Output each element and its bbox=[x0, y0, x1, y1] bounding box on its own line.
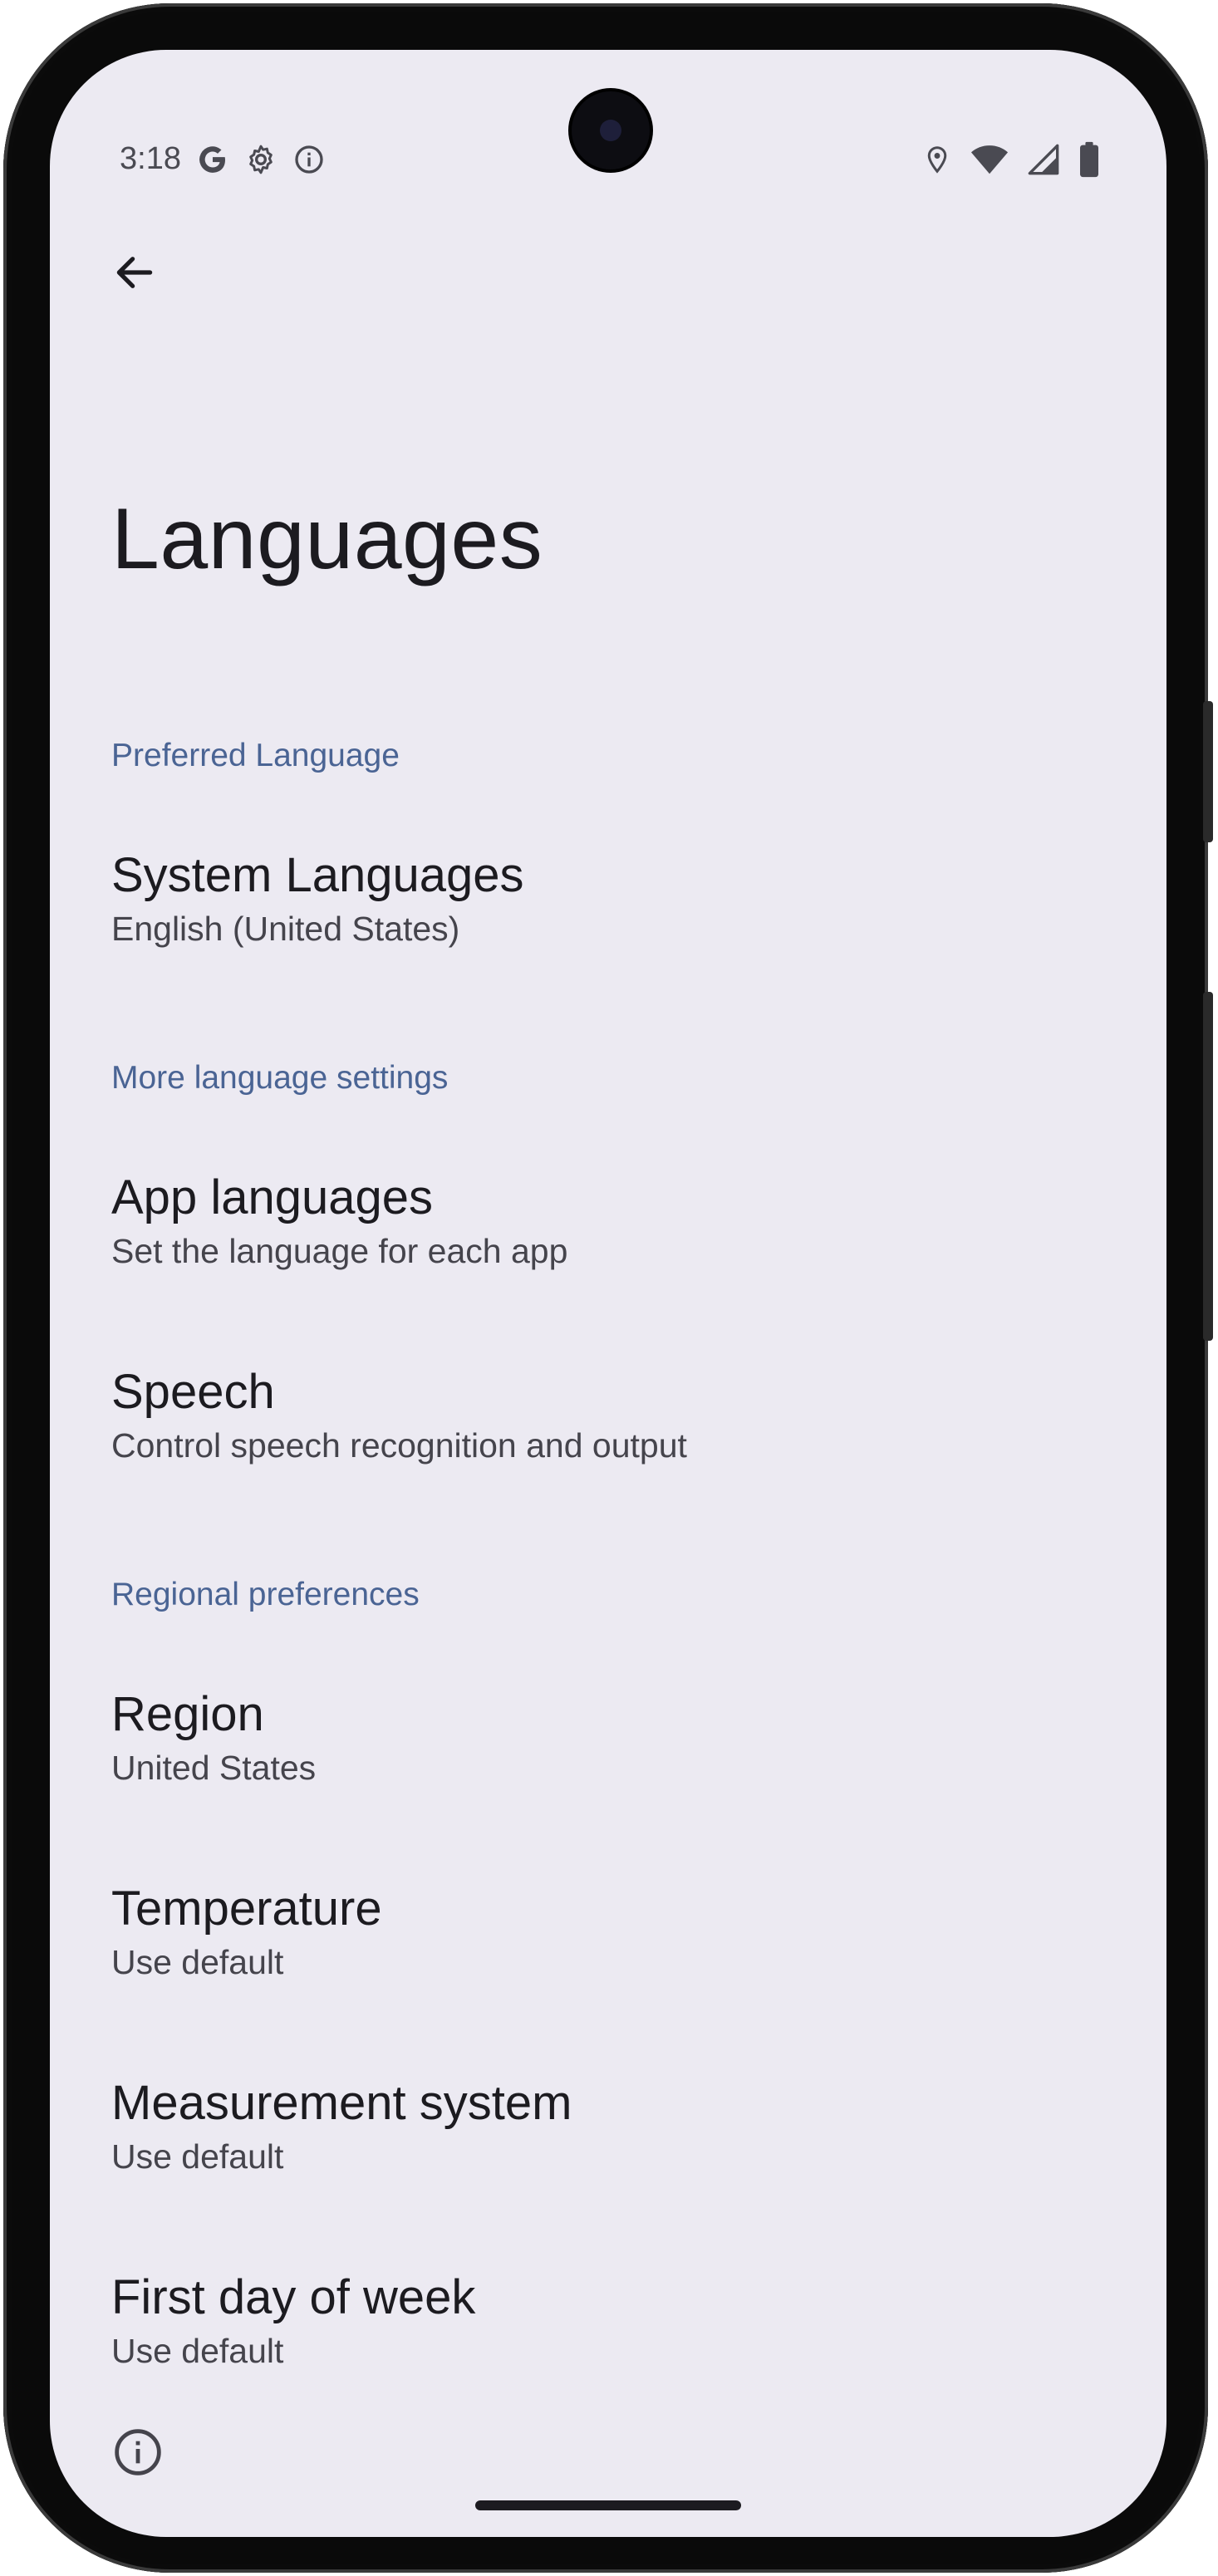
info-outline-icon bbox=[115, 2429, 161, 2475]
info-icon bbox=[295, 145, 323, 174]
wifi-icon bbox=[970, 145, 1009, 174]
volume-button bbox=[1203, 701, 1213, 842]
signal-icon bbox=[1028, 144, 1059, 175]
section-header-more-language-settings: More language settings bbox=[111, 1060, 449, 1096]
speech-item[interactable]: Speech Control speech recognition and ou… bbox=[111, 1364, 1108, 1469]
item-subtitle: Use default bbox=[111, 2137, 284, 2176]
item-title: App languages bbox=[111, 1170, 433, 1224]
section-header-regional-preferences: Regional preferences bbox=[111, 1577, 420, 1612]
item-subtitle: English (United States) bbox=[111, 910, 460, 948]
phone-frame: 3:18 Languages Preferred Language System… bbox=[3, 3, 1213, 2573]
settings-gear-icon bbox=[249, 145, 273, 174]
item-subtitle: Control speech recognition and output bbox=[111, 1426, 687, 1465]
first-day-of-week-item[interactable]: First day of week Use default bbox=[111, 2269, 1108, 2374]
item-title: System Languages bbox=[111, 848, 524, 902]
page-title: Languages bbox=[111, 491, 543, 587]
status-bar: 3:18 bbox=[50, 50, 1166, 183]
region-item[interactable]: Region United States bbox=[111, 1686, 1108, 1791]
front-camera bbox=[572, 91, 650, 169]
system-languages-item[interactable]: System Languages English (United States) bbox=[111, 847, 1108, 952]
google-g-icon bbox=[199, 145, 225, 173]
section-header-preferred-language: Preferred Language bbox=[111, 738, 400, 773]
item-title: Speech bbox=[111, 1365, 275, 1419]
back-button[interactable] bbox=[93, 231, 176, 314]
item-subtitle: Set the language for each app bbox=[111, 1232, 568, 1270]
app-languages-item[interactable]: App languages Set the language for each … bbox=[111, 1170, 1108, 1274]
item-subtitle: Use default bbox=[111, 2332, 284, 2370]
power-button bbox=[1203, 992, 1213, 1341]
temperature-item[interactable]: Temperature Use default bbox=[111, 1881, 1108, 1985]
battery-icon bbox=[1080, 141, 1098, 178]
item-title: Region bbox=[111, 1687, 264, 1741]
status-time: 3:18 bbox=[120, 141, 181, 176]
item-title: Measurement system bbox=[111, 2076, 572, 2130]
measurement-system-item[interactable]: Measurement system Use default bbox=[111, 2075, 1108, 2180]
item-subtitle: Use default bbox=[111, 1943, 284, 1981]
item-title: First day of week bbox=[111, 2270, 476, 2324]
status-right bbox=[922, 141, 1100, 178]
arrow-left-icon bbox=[116, 257, 153, 288]
item-title: Temperature bbox=[111, 1882, 382, 1936]
status-left: 3:18 bbox=[120, 141, 326, 177]
screen: 3:18 Languages Preferred Language System… bbox=[50, 50, 1166, 2537]
gesture-navigation-bar[interactable] bbox=[475, 2500, 741, 2510]
item-subtitle: United States bbox=[111, 1749, 317, 1787]
location-icon bbox=[927, 146, 947, 174]
